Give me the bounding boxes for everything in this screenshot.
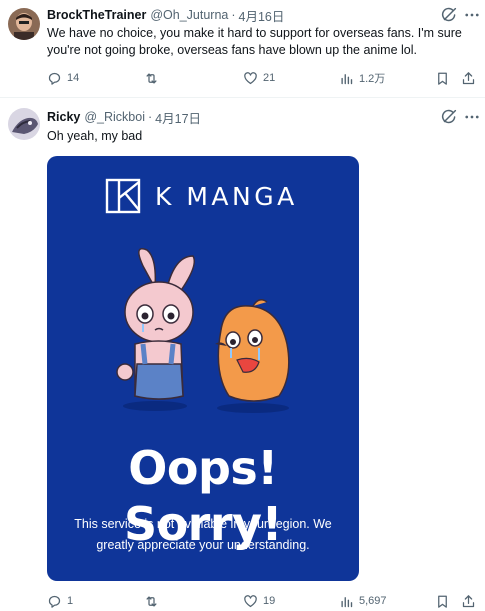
bookmark-icon — [438, 595, 447, 608]
reply-button[interactable]: 1 — [47, 591, 73, 611]
retweet-button[interactable] — [144, 68, 164, 88]
avatar[interactable] — [8, 108, 40, 140]
separator-dot: · — [148, 110, 153, 124]
reply-button[interactable]: 14 — [47, 68, 79, 88]
reply-icon — [48, 72, 61, 85]
separator-dot: · — [231, 8, 236, 22]
error-message: This service is not available in your re… — [74, 517, 332, 552]
retweet-icon — [146, 596, 157, 606]
share-icon — [462, 71, 475, 84]
tweet-header: Ricky @_Rickboi · 4月17日 — [47, 108, 201, 126]
kmanga-logo: K MANGA — [105, 178, 298, 214]
grok-icon[interactable] — [440, 6, 458, 24]
sad-mascots-illustration — [116, 248, 290, 413]
kmanga-logo-text: K MANGA — [155, 181, 298, 211]
tweet[interactable]: Ricky @_Rickboi · 4月17日 Oh yeah, my bad … — [0, 98, 485, 611]
share-button[interactable] — [461, 68, 481, 88]
views-button[interactable]: 1.2万 — [339, 68, 385, 88]
views-icon — [341, 73, 353, 84]
author-name[interactable]: BrockTheTrainer — [47, 8, 146, 22]
tweet-date[interactable]: 4月17日 — [155, 108, 201, 127]
tweet-actions: 14 21 1.2万 — [47, 68, 477, 88]
like-count: 19 — [263, 595, 276, 607]
share-icon — [462, 594, 475, 607]
tweet-media-image[interactable]: K MANGA Oops! Sorry! This service is not… — [47, 156, 359, 581]
views-icon — [341, 596, 353, 607]
views-count: 5,697 — [359, 595, 387, 607]
tweet-date[interactable]: 4月16日 — [239, 6, 285, 25]
kmanga-logo-mark — [105, 178, 141, 214]
reply-count: 1 — [67, 595, 74, 607]
author-handle[interactable]: @Oh_Juturna — [150, 8, 228, 22]
bookmark-button[interactable] — [435, 68, 455, 88]
more-icon[interactable] — [463, 108, 481, 126]
like-button[interactable]: 21 — [243, 68, 275, 88]
views-button[interactable]: 5,697 — [339, 591, 387, 611]
heart-icon — [244, 594, 257, 607]
like-button[interactable]: 19 — [243, 591, 275, 611]
more-icon[interactable] — [463, 6, 481, 24]
reply-icon — [48, 595, 61, 608]
tweet-text: We have no choice, you make it hard to s… — [47, 26, 462, 57]
tweet-header: BrockTheTrainer @Oh_Juturna · 4月16日 — [47, 6, 284, 24]
grok-icon[interactable] — [440, 108, 458, 126]
heart-icon — [244, 71, 257, 84]
retweet-icon — [146, 73, 157, 83]
avatar[interactable] — [8, 8, 40, 40]
bookmark-button[interactable] — [435, 591, 455, 611]
author-name[interactable]: Ricky — [47, 110, 80, 124]
author-handle[interactable]: @_Rickboi — [84, 110, 145, 124]
views-count: 1.2万 — [359, 73, 386, 85]
like-count: 21 — [263, 72, 276, 84]
bookmark-icon — [438, 72, 447, 85]
share-button[interactable] — [461, 591, 481, 611]
retweet-button[interactable] — [144, 591, 164, 611]
reply-count: 14 — [67, 72, 80, 84]
tweet-actions: 1 19 5,697 — [47, 591, 477, 611]
tweet[interactable]: BrockTheTrainer @Oh_Juturna · 4月16日 We h… — [0, 0, 485, 98]
tweet-text: Oh yeah, my bad — [47, 129, 143, 143]
